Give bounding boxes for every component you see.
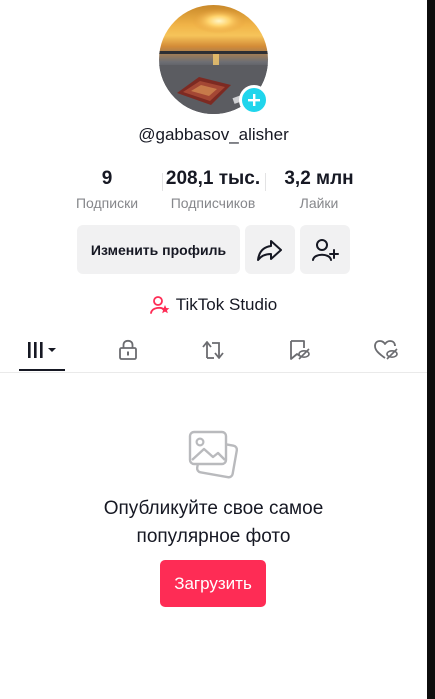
add-friends-button[interactable] — [300, 225, 350, 274]
empty-state-line-2: популярное фото — [136, 526, 291, 547]
repost-icon — [202, 341, 224, 359]
tab-reposts[interactable] — [189, 330, 237, 370]
plus-icon — [248, 94, 260, 106]
following-stat[interactable]: 9 Подписки — [47, 168, 167, 211]
bookmark-hidden-icon — [290, 340, 310, 360]
studio-label: TikTok Studio — [175, 295, 278, 314]
tab-saved[interactable] — [275, 330, 323, 370]
likes-stat[interactable]: 3,2 млн Лайки — [259, 168, 379, 211]
tiktok-studio-link[interactable]: TikTok Studio — [0, 293, 427, 317]
following-label: Подписки — [75, 195, 139, 211]
followers-label: Подписчиков — [170, 195, 256, 211]
photos-icon — [187, 429, 239, 481]
avatar-container[interactable] — [159, 5, 269, 115]
likes-label: Лайки — [299, 195, 339, 211]
tab-liked[interactable] — [362, 330, 410, 370]
studio-user-star-icon — [149, 296, 170, 314]
grid-icon — [28, 342, 56, 358]
empty-state-title: Опубликуйте свое самое популярное фото — [0, 495, 427, 551]
tab-videos[interactable] — [18, 330, 66, 370]
edit-profile-button[interactable]: Изменить профиль — [77, 225, 240, 274]
tab-private[interactable] — [104, 330, 152, 370]
screen-edge — [427, 0, 435, 699]
hidden-heart-icon — [374, 340, 398, 360]
followers-stat[interactable]: 208,1 тыс. Подписчиков — [153, 168, 273, 211]
followers-count: 208,1 тыс. — [165, 168, 261, 189]
active-tab-indicator — [19, 369, 65, 371]
upload-button[interactable]: Загрузить — [160, 560, 266, 607]
add-avatar-button[interactable] — [239, 85, 269, 115]
share-arrow-icon — [257, 239, 282, 261]
lock-icon — [119, 339, 137, 360]
share-profile-button[interactable] — [245, 225, 295, 274]
username: @gabbasov_alisher — [138, 125, 289, 144]
profile-tabs — [0, 330, 427, 372]
following-count: 9 — [101, 168, 113, 189]
empty-state-line-1: Опубликуйте свое самое — [103, 498, 324, 519]
tabs-divider — [0, 372, 427, 373]
likes-count: 3,2 млн — [284, 168, 354, 189]
add-user-icon — [312, 238, 339, 261]
